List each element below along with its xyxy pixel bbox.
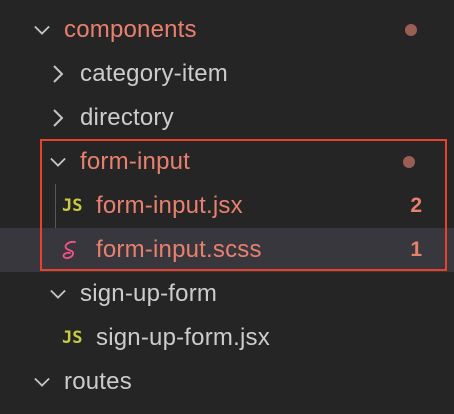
folder-label: form-input — [80, 148, 191, 175]
problems-count-badge: 1 — [410, 238, 422, 261]
tree-folder-components[interactable]: components — [0, 8, 454, 52]
file-explorer-tree: components category-item directory form-… — [0, 0, 454, 414]
file-label: form-input.jsx — [96, 192, 243, 219]
tree-folder-routes[interactable]: routes — [0, 360, 454, 404]
folder-label: components — [64, 16, 197, 43]
javascript-icon: JS — [62, 196, 83, 216]
sass-icon — [60, 239, 82, 266]
folder-label: routes — [64, 368, 132, 395]
chevron-down-icon[interactable] — [34, 22, 50, 38]
tree-file-form-input-scss[interactable]: form-input.scss 1 — [0, 228, 454, 272]
problems-count-badge: 2 — [410, 194, 422, 217]
tree-folder-form-input[interactable]: form-input — [0, 140, 454, 184]
modified-dot-icon — [405, 24, 417, 36]
folder-label: directory — [80, 104, 174, 131]
chevron-down-icon[interactable] — [50, 154, 66, 170]
chevron-right-icon[interactable] — [50, 65, 66, 83]
chevron-down-icon[interactable] — [50, 286, 66, 302]
tree-folder-category-item[interactable]: category-item — [0, 52, 454, 96]
chevron-down-icon[interactable] — [34, 374, 50, 390]
tree-folder-directory[interactable]: directory — [0, 96, 454, 140]
tree-file-form-input-jsx[interactable]: JS form-input.jsx 2 — [0, 184, 454, 228]
tree-file-sign-up-form-jsx[interactable]: JS sign-up-form.jsx — [0, 316, 454, 360]
modified-dot-icon — [403, 156, 415, 168]
javascript-icon: JS — [62, 328, 83, 348]
folder-label: sign-up-form — [80, 280, 218, 307]
file-label: sign-up-form.jsx — [96, 324, 270, 351]
tree-folder-sign-up-form[interactable]: sign-up-form — [0, 272, 454, 316]
file-label: form-input.scss — [96, 236, 262, 263]
folder-label: category-item — [80, 60, 228, 87]
chevron-right-icon[interactable] — [50, 109, 66, 127]
